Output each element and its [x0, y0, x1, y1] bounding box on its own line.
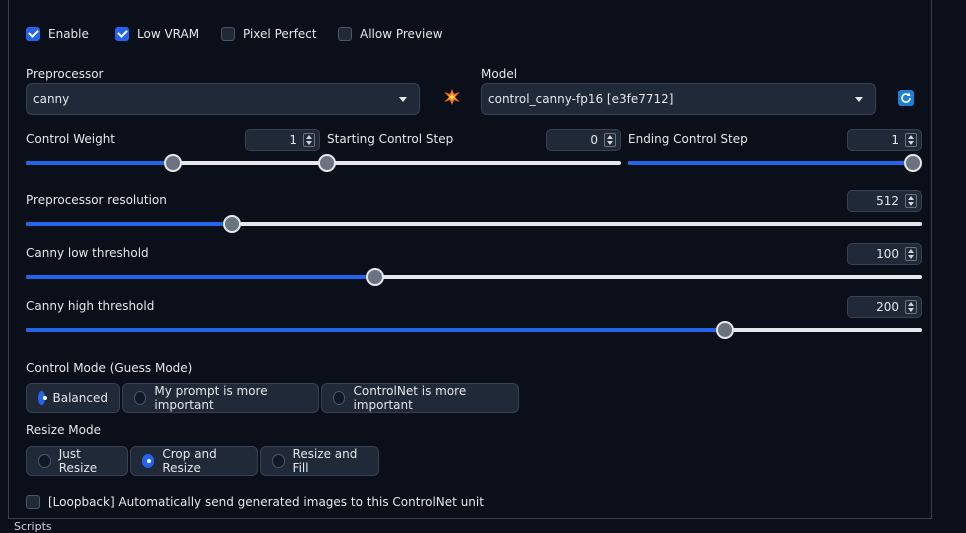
control-mode-radio-group: Balanced My prompt is more important Con…: [26, 383, 519, 413]
slider-fill: [26, 222, 233, 226]
canny-low-slider[interactable]: [26, 268, 922, 286]
model-label: Model: [481, 67, 518, 81]
radio-dot[interactable]: [38, 454, 51, 468]
stepper-icon[interactable]: [604, 133, 616, 147]
checkbox-low-vram-box[interactable]: [115, 27, 129, 41]
starting-step-input[interactable]: 0: [546, 129, 621, 151]
enable-label: Enable: [48, 27, 89, 41]
ending-step-slider[interactable]: [628, 154, 922, 172]
slider-fill: [628, 161, 913, 165]
stepper-icon[interactable]: [905, 133, 917, 147]
low-vram-label: Low VRAM: [137, 27, 200, 41]
resolution-value: 512: [876, 194, 899, 208]
radio-label: My prompt is more important: [154, 384, 268, 412]
checkbox-pixel-perfect-box[interactable]: [221, 27, 235, 41]
radio-dot[interactable]: [142, 454, 155, 468]
enable-checkbox[interactable]: Enable: [26, 27, 89, 41]
stepper-icon[interactable]: [303, 133, 315, 147]
model-value: control_canny-fp16 [e3fe7712]: [488, 92, 674, 106]
resize-mode-crop-and-resize[interactable]: Crop and Resize: [130, 446, 258, 476]
slider-thumb[interactable]: [904, 154, 922, 172]
loopback-label: [Loopback] Automatically send generated …: [48, 495, 484, 509]
checkbox-enable-box[interactable]: [26, 27, 40, 41]
loopback-checkbox[interactable]: [Loopback] Automatically send generated …: [26, 495, 484, 509]
slider-thumb[interactable]: [164, 154, 182, 172]
slider-fill: [26, 275, 376, 279]
slider-thumb[interactable]: [223, 215, 242, 233]
control-weight-value: 1: [289, 133, 297, 147]
control-weight-slider[interactable]: [26, 154, 320, 172]
stepper-icon[interactable]: [905, 300, 917, 314]
canny-low-value: 100: [876, 247, 899, 261]
canny-low-label: Canny low threshold: [26, 246, 149, 260]
refresh-models-icon[interactable]: [898, 90, 914, 106]
starting-step-value: 0: [590, 133, 598, 147]
resolution-slider[interactable]: [26, 215, 922, 233]
control-mode-controlnet[interactable]: ControlNet is more important: [321, 383, 519, 413]
starting-step-label: Starting Control Step: [327, 132, 454, 146]
resize-mode-label: Resize Mode: [26, 423, 101, 437]
radio-dot[interactable]: [272, 454, 285, 468]
run-preprocessor-icon[interactable]: [443, 88, 461, 106]
slider-thumb[interactable]: [318, 154, 336, 172]
canny-high-label: Canny high threshold: [26, 299, 155, 313]
resize-mode-resize-and-fill[interactable]: Resize and Fill: [260, 446, 379, 476]
radio-label: ControlNet is more important: [353, 384, 467, 412]
preprocessor-label: Preprocessor: [26, 67, 104, 81]
scripts-label: Scripts: [14, 520, 52, 533]
radio-dot[interactable]: [333, 391, 346, 405]
resize-mode-radio-group: Just Resize Crop and Resize Resize and F…: [26, 446, 379, 476]
pixel-perfect-checkbox[interactable]: Pixel Perfect: [221, 27, 317, 41]
stepper-icon[interactable]: [905, 247, 917, 261]
control-weight-input[interactable]: 1: [245, 129, 320, 151]
radio-label: Crop and Resize: [162, 447, 217, 475]
allow-preview-checkbox[interactable]: Allow Preview: [338, 27, 443, 41]
preprocessor-dropdown[interactable]: canny: [26, 83, 420, 115]
stepper-icon[interactable]: [905, 194, 917, 208]
radio-dot[interactable]: [38, 391, 47, 405]
allow-preview-label: Allow Preview: [360, 27, 443, 41]
slider-fill: [26, 161, 173, 165]
radio-label: Balanced: [52, 391, 108, 405]
chevron-down-icon: [399, 97, 407, 102]
control-mode-my-prompt[interactable]: My prompt is more important: [122, 383, 319, 413]
starting-step-slider[interactable]: [318, 154, 621, 172]
pixel-perfect-label: Pixel Perfect: [243, 27, 317, 41]
checkbox-allow-preview-box[interactable]: [338, 27, 352, 41]
control-mode-balanced[interactable]: Balanced: [26, 383, 120, 413]
canny-high-value: 200: [876, 300, 899, 314]
resolution-label: Preprocessor resolution: [26, 193, 167, 207]
ending-step-label: Ending Control Step: [628, 132, 748, 146]
radio-label: Just Resize: [58, 447, 98, 475]
chevron-down-icon: [855, 97, 863, 102]
canny-low-input[interactable]: 100: [847, 243, 922, 265]
ending-step-input[interactable]: 1: [847, 129, 922, 151]
slider-thumb[interactable]: [715, 321, 734, 339]
resolution-input[interactable]: 512: [847, 190, 922, 212]
control-mode-label: Control Mode (Guess Mode): [26, 361, 193, 375]
ending-step-value: 1: [891, 133, 899, 147]
model-dropdown[interactable]: control_canny-fp16 [e3fe7712]: [481, 83, 876, 115]
resize-mode-just-resize[interactable]: Just Resize: [26, 446, 128, 476]
radio-label: Resize and Fill: [292, 447, 358, 475]
radio-dot[interactable]: [134, 391, 147, 405]
canny-high-input[interactable]: 200: [847, 296, 922, 318]
checkbox-loopback-box[interactable]: [26, 495, 40, 509]
slider-fill: [26, 328, 725, 332]
low-vram-checkbox[interactable]: Low VRAM: [115, 27, 199, 41]
preprocessor-value: canny: [33, 92, 70, 106]
canny-high-slider[interactable]: [26, 321, 922, 339]
control-weight-label: Control Weight: [26, 132, 115, 146]
